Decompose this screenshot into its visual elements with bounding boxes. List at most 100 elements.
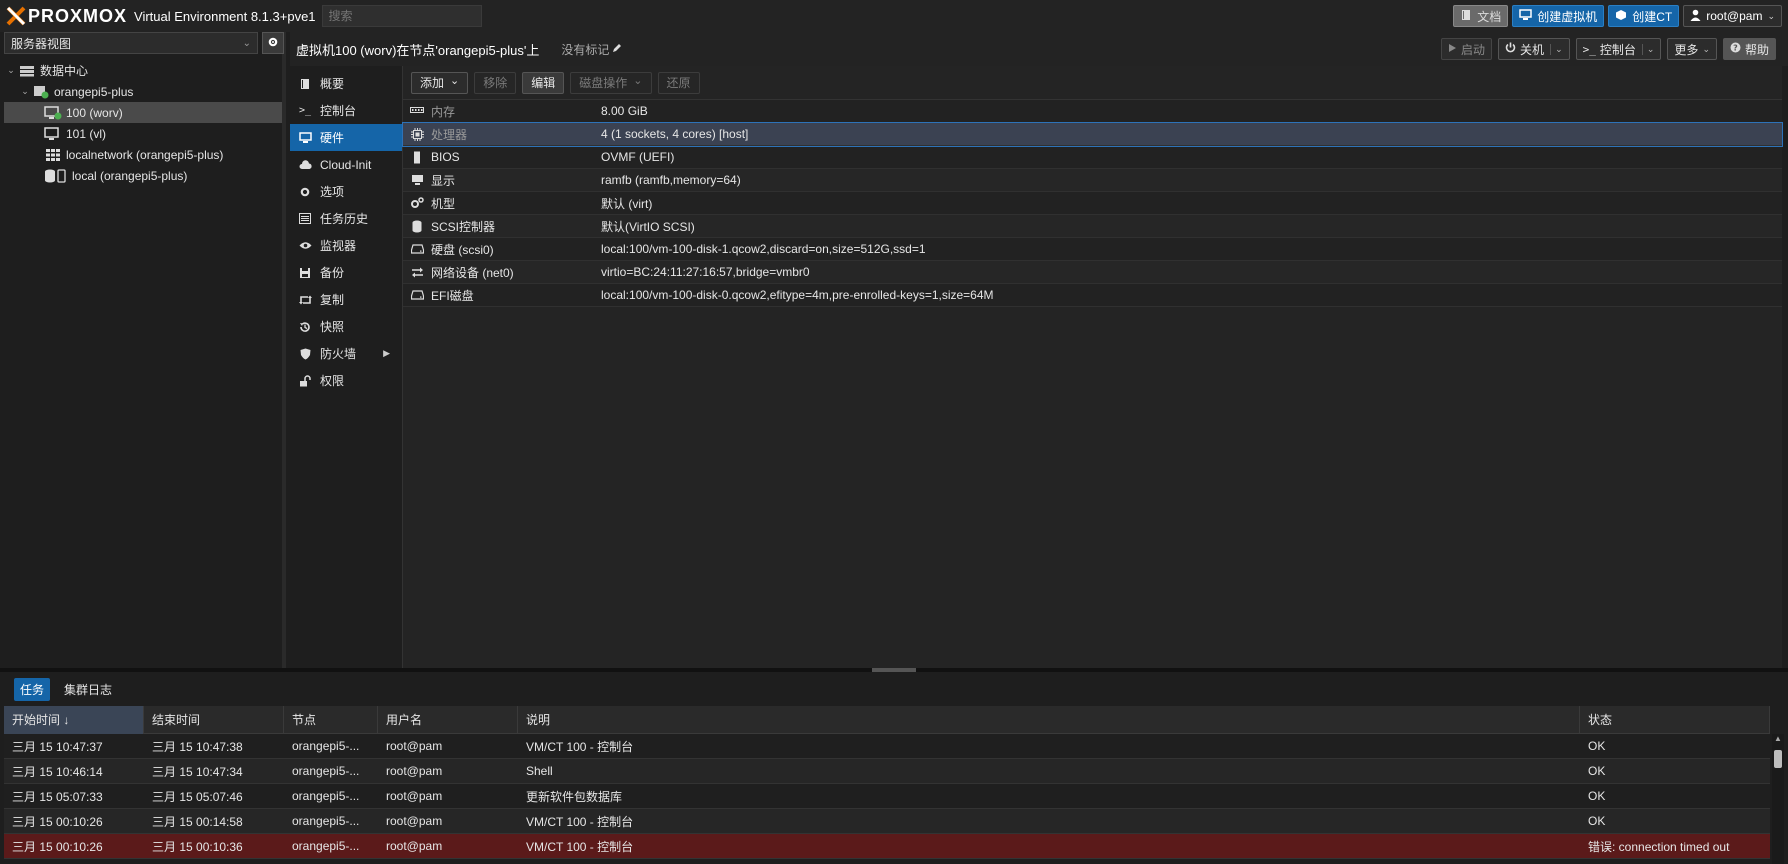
chevron-down-icon[interactable]: ⌄ [1641, 43, 1654, 55]
add-button[interactable]: 添加 [411, 71, 469, 94]
tree-item-localnetwork[interactable]: localnetwork (orangepi5-plus) [4, 144, 282, 165]
submenu-task-history[interactable]: 任务历史 [290, 205, 402, 232]
hardware-value: ramfb (ramfb,memory=64) [601, 173, 741, 187]
column-start-time[interactable]: 开始时间 ↓ [4, 705, 144, 734]
submenu-firewall[interactable]: 防火墙 ▶ [290, 340, 402, 367]
table-row-error[interactable]: 三月 15 00:10:26 三月 15 00:10:36 orangepi5-… [4, 834, 1770, 859]
submenu-snapshots[interactable]: 快照 [290, 313, 402, 340]
expand-arrow-icon[interactable]: ▶ [383, 348, 390, 359]
tree-item-node[interactable]: ⌄ orangepi5-plus [4, 81, 282, 102]
tree-item-vm-101[interactable]: 101 (vl) [4, 123, 282, 144]
log-panel: 任务 集群日志 开始时间 ↓ 结束时间 节点 用户名 说明 状态 三月 15 1… [0, 672, 1788, 864]
table-row[interactable]: 三月 15 05:07:33 三月 15 05:07:46 orangepi5-… [4, 784, 1770, 809]
page-title: 虚拟机100 (worv)在节点'orangepi5-plus'上 [296, 42, 540, 58]
column-node[interactable]: 节点 [284, 705, 378, 734]
hardware-row-memory[interactable]: 内存 8.00 GiB [403, 100, 1782, 123]
tab-tasks[interactable]: 任务 [14, 677, 51, 701]
user-label: root@pam [1706, 9, 1763, 23]
hardware-panel: 添加 移除 编辑 磁盘操作 还原 内存 8.00 GiB 处理器 4 [402, 66, 1783, 668]
hardware-row-scsi-controller[interactable]: SCSI控制器 默认(VirtIO SCSI) [403, 215, 1782, 238]
cell-user: root@pam [386, 814, 443, 828]
hardware-row-processor[interactable]: 处理器 4 (1 sockets, 4 cores) [host] [402, 122, 1783, 147]
submenu-console[interactable]: >_ 控制台 [290, 97, 402, 124]
hardware-value: virtio=BC:24:11:27:16:57,bridge=vmbr0 [601, 265, 810, 279]
column-user[interactable]: 用户名 [378, 705, 518, 734]
start-button[interactable]: 启动 [1441, 38, 1493, 60]
table-row[interactable]: 三月 15 10:46:14 三月 15 10:47:34 orangepi5-… [4, 759, 1770, 784]
tree-settings-button[interactable] [262, 32, 284, 54]
cell-user: root@pam [386, 839, 443, 853]
hardware-row-hard-disk[interactable]: 硬盘 (scsi0) local:100/vm-100-disk-1.qcow2… [403, 238, 1782, 261]
submenu-monitor[interactable]: 监视器 [290, 232, 402, 259]
expand-caret-icon[interactable]: ⌄ [20, 86, 30, 97]
submenu-options[interactable]: 选项 [290, 178, 402, 205]
submenu-cloud-init[interactable]: Cloud-Init [290, 151, 402, 178]
table-row[interactable]: 三月 15 10:47:37 三月 15 10:47:38 orangepi5-… [4, 734, 1770, 759]
chevron-down-icon: ⌄ [1767, 10, 1775, 21]
edit-button[interactable]: 编辑 [522, 71, 565, 94]
hardware-key: 内存 [431, 104, 456, 119]
scrollbar-thumb[interactable] [1774, 750, 1782, 768]
cell-user: root@pam [386, 789, 443, 803]
submenu-backup[interactable]: 备份 [290, 259, 402, 286]
exchange-icon [407, 267, 427, 278]
top-bar: PROXMOX Virtual Environment 8.1.3+pve1 文… [0, 0, 1788, 32]
terminal-icon: >_ [298, 105, 312, 116]
search-input[interactable] [321, 5, 482, 27]
view-select[interactable]: 服务器视图 ⌄ [4, 32, 258, 54]
docs-button[interactable]: 文档 [1453, 5, 1509, 27]
hardware-row-efi-disk[interactable]: EFI磁盘 local:100/vm-100-disk-0.qcow2,efit… [403, 284, 1782, 307]
svg-text:?: ? [1733, 44, 1738, 53]
hardware-key: BIOS [431, 150, 460, 164]
console-label: 控制台 [1599, 42, 1636, 57]
tree-item-vm-100[interactable]: 100 (worv) [4, 102, 282, 123]
create-vm-button[interactable]: 创建虚拟机 [1512, 5, 1605, 27]
hardware-row-display[interactable]: 显示 ramfb (ramfb,memory=64) [403, 169, 1782, 192]
cell-user: root@pam [386, 739, 443, 753]
chevron-down-icon[interactable]: ⌄ [1550, 43, 1563, 55]
revert-button[interactable]: 还原 [657, 71, 700, 94]
node-icon [32, 85, 50, 99]
column-end-time[interactable]: 结束时间 [144, 705, 284, 734]
tree-item-label: 101 (vl) [66, 126, 107, 141]
help-label: 帮助 [1744, 42, 1769, 57]
hardware-row-bios[interactable]: BIOS OVMF (UEFI) [403, 146, 1782, 169]
vm-icon [44, 126, 62, 141]
expand-caret-icon[interactable]: ⌄ [6, 65, 16, 76]
table-row[interactable]: 三月 15 00:10:26 三月 15 00:14:58 orangepi5-… [4, 809, 1770, 834]
hardware-key: EFI磁盘 [431, 288, 474, 303]
submenu-permissions[interactable]: 权限 [290, 367, 402, 394]
hardware-row-network[interactable]: 网络设备 (net0) virtio=BC:24:11:27:16:57,bri… [403, 261, 1782, 284]
tree-item-local-storage[interactable]: local (orangepi5-plus) [4, 165, 282, 186]
create-ct-button[interactable]: 创建CT [1608, 5, 1680, 27]
tree-item-label: orangepi5-plus [54, 84, 134, 99]
shutdown-button[interactable]: 关机 ⌄ [1498, 38, 1570, 60]
task-table-scrollbar[interactable]: ▲ [1772, 734, 1784, 864]
monitor-icon [298, 131, 312, 144]
hardware-key: 网络设备 (net0) [431, 265, 514, 280]
submenu-replication[interactable]: 复制 [290, 286, 402, 313]
submenu-summary[interactable]: 概要 [290, 70, 402, 97]
hardware-row-machine[interactable]: 机型 默认 (virt) [403, 192, 1782, 215]
hardware-value: local:100/vm-100-disk-1.qcow2,discard=on… [601, 242, 926, 256]
user-menu-button[interactable]: root@pam ⌄ [1683, 5, 1782, 27]
tab-cluster-log[interactable]: 集群日志 [58, 678, 118, 701]
database-icon [407, 220, 427, 233]
help-button[interactable]: ? 帮助 [1722, 38, 1776, 60]
tree-item-datacenter[interactable]: ⌄ 数据中心 [4, 60, 282, 81]
more-button[interactable]: 更多 ⌄ [1667, 38, 1717, 60]
scroll-up-icon[interactable]: ▲ [1772, 734, 1784, 744]
submenu-label: 控制台 [320, 104, 357, 118]
column-status[interactable]: 状态 [1580, 705, 1770, 734]
cell-status: OK [1588, 739, 1606, 753]
history-icon [298, 321, 312, 333]
proxmox-logo[interactable]: PROXMOX [6, 0, 127, 32]
cell-start: 三月 15 00:10:26 [12, 814, 103, 829]
column-description[interactable]: 说明 [518, 705, 1580, 734]
tags-editor[interactable]: 没有标记 [561, 41, 622, 58]
submenu-label: 任务历史 [320, 212, 369, 226]
disk-action-button[interactable]: 磁盘操作 [570, 71, 652, 94]
remove-button[interactable]: 移除 [474, 71, 517, 94]
submenu-hardware[interactable]: 硬件 [290, 124, 402, 151]
console-button[interactable]: >_ 控制台 ⌄ [1575, 38, 1662, 60]
